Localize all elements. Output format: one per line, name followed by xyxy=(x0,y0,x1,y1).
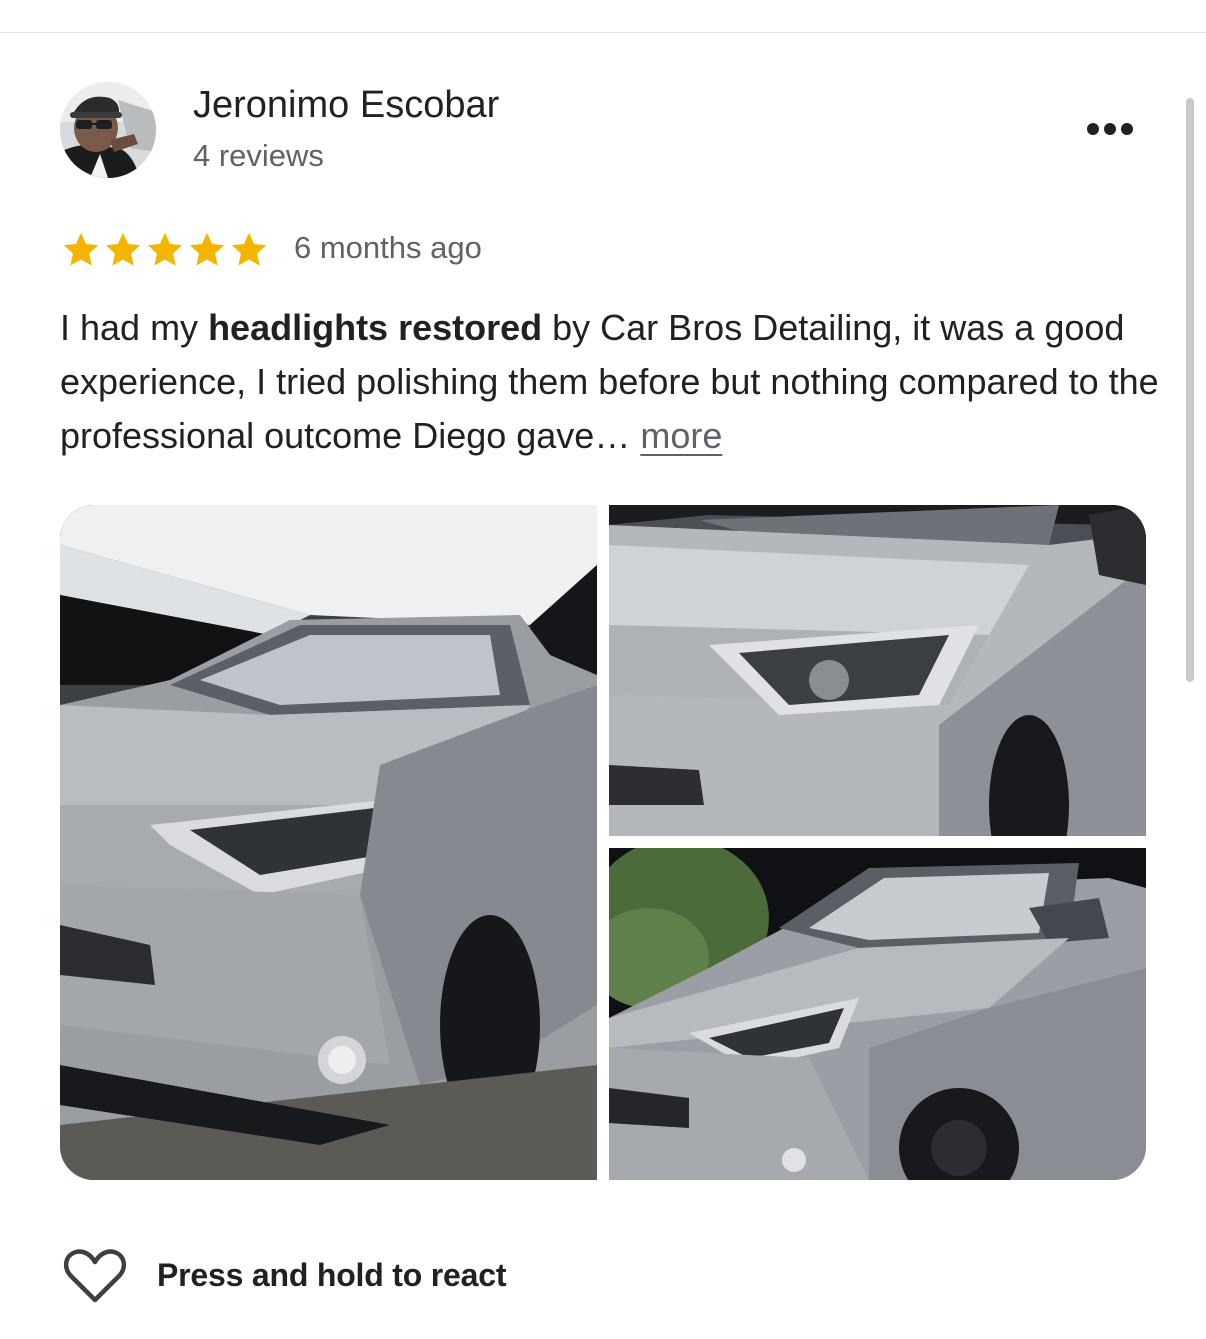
more-options-button[interactable] xyxy=(1080,112,1140,146)
more-horizontal-icon-dot xyxy=(1104,123,1116,135)
react-button[interactable]: Press and hold to react xyxy=(62,1246,506,1306)
top-divider xyxy=(0,32,1206,33)
review-text-highlight: headlights restored xyxy=(208,307,543,348)
review-photo-2[interactable] xyxy=(609,505,1146,836)
review-photo-1[interactable] xyxy=(60,505,597,1180)
review-text: I had my headlights restored by Car Bros… xyxy=(60,301,1160,463)
review-text-start: I had my xyxy=(60,307,209,348)
heart-outline-icon xyxy=(63,1249,127,1303)
star-icon xyxy=(63,232,99,266)
reviewer-avatar[interactable] xyxy=(60,82,156,178)
react-label: Press and hold to react xyxy=(157,1257,507,1293)
star-rating xyxy=(60,228,270,272)
reviewer-review-count: 4 reviews xyxy=(193,138,324,173)
review-date: 6 months ago xyxy=(294,230,482,265)
more-horizontal-icon xyxy=(1087,123,1099,135)
star-icon xyxy=(189,232,225,266)
star-icon xyxy=(105,232,141,266)
review-photo-3[interactable] xyxy=(609,848,1146,1180)
scrollbar[interactable] xyxy=(1186,98,1194,682)
star-icon xyxy=(231,232,267,266)
more-horizontal-icon-dot xyxy=(1121,123,1133,135)
star-icon xyxy=(147,232,183,266)
more-link[interactable]: more xyxy=(640,415,722,456)
reviewer-name[interactable]: Jeronimo Escobar xyxy=(193,84,499,127)
